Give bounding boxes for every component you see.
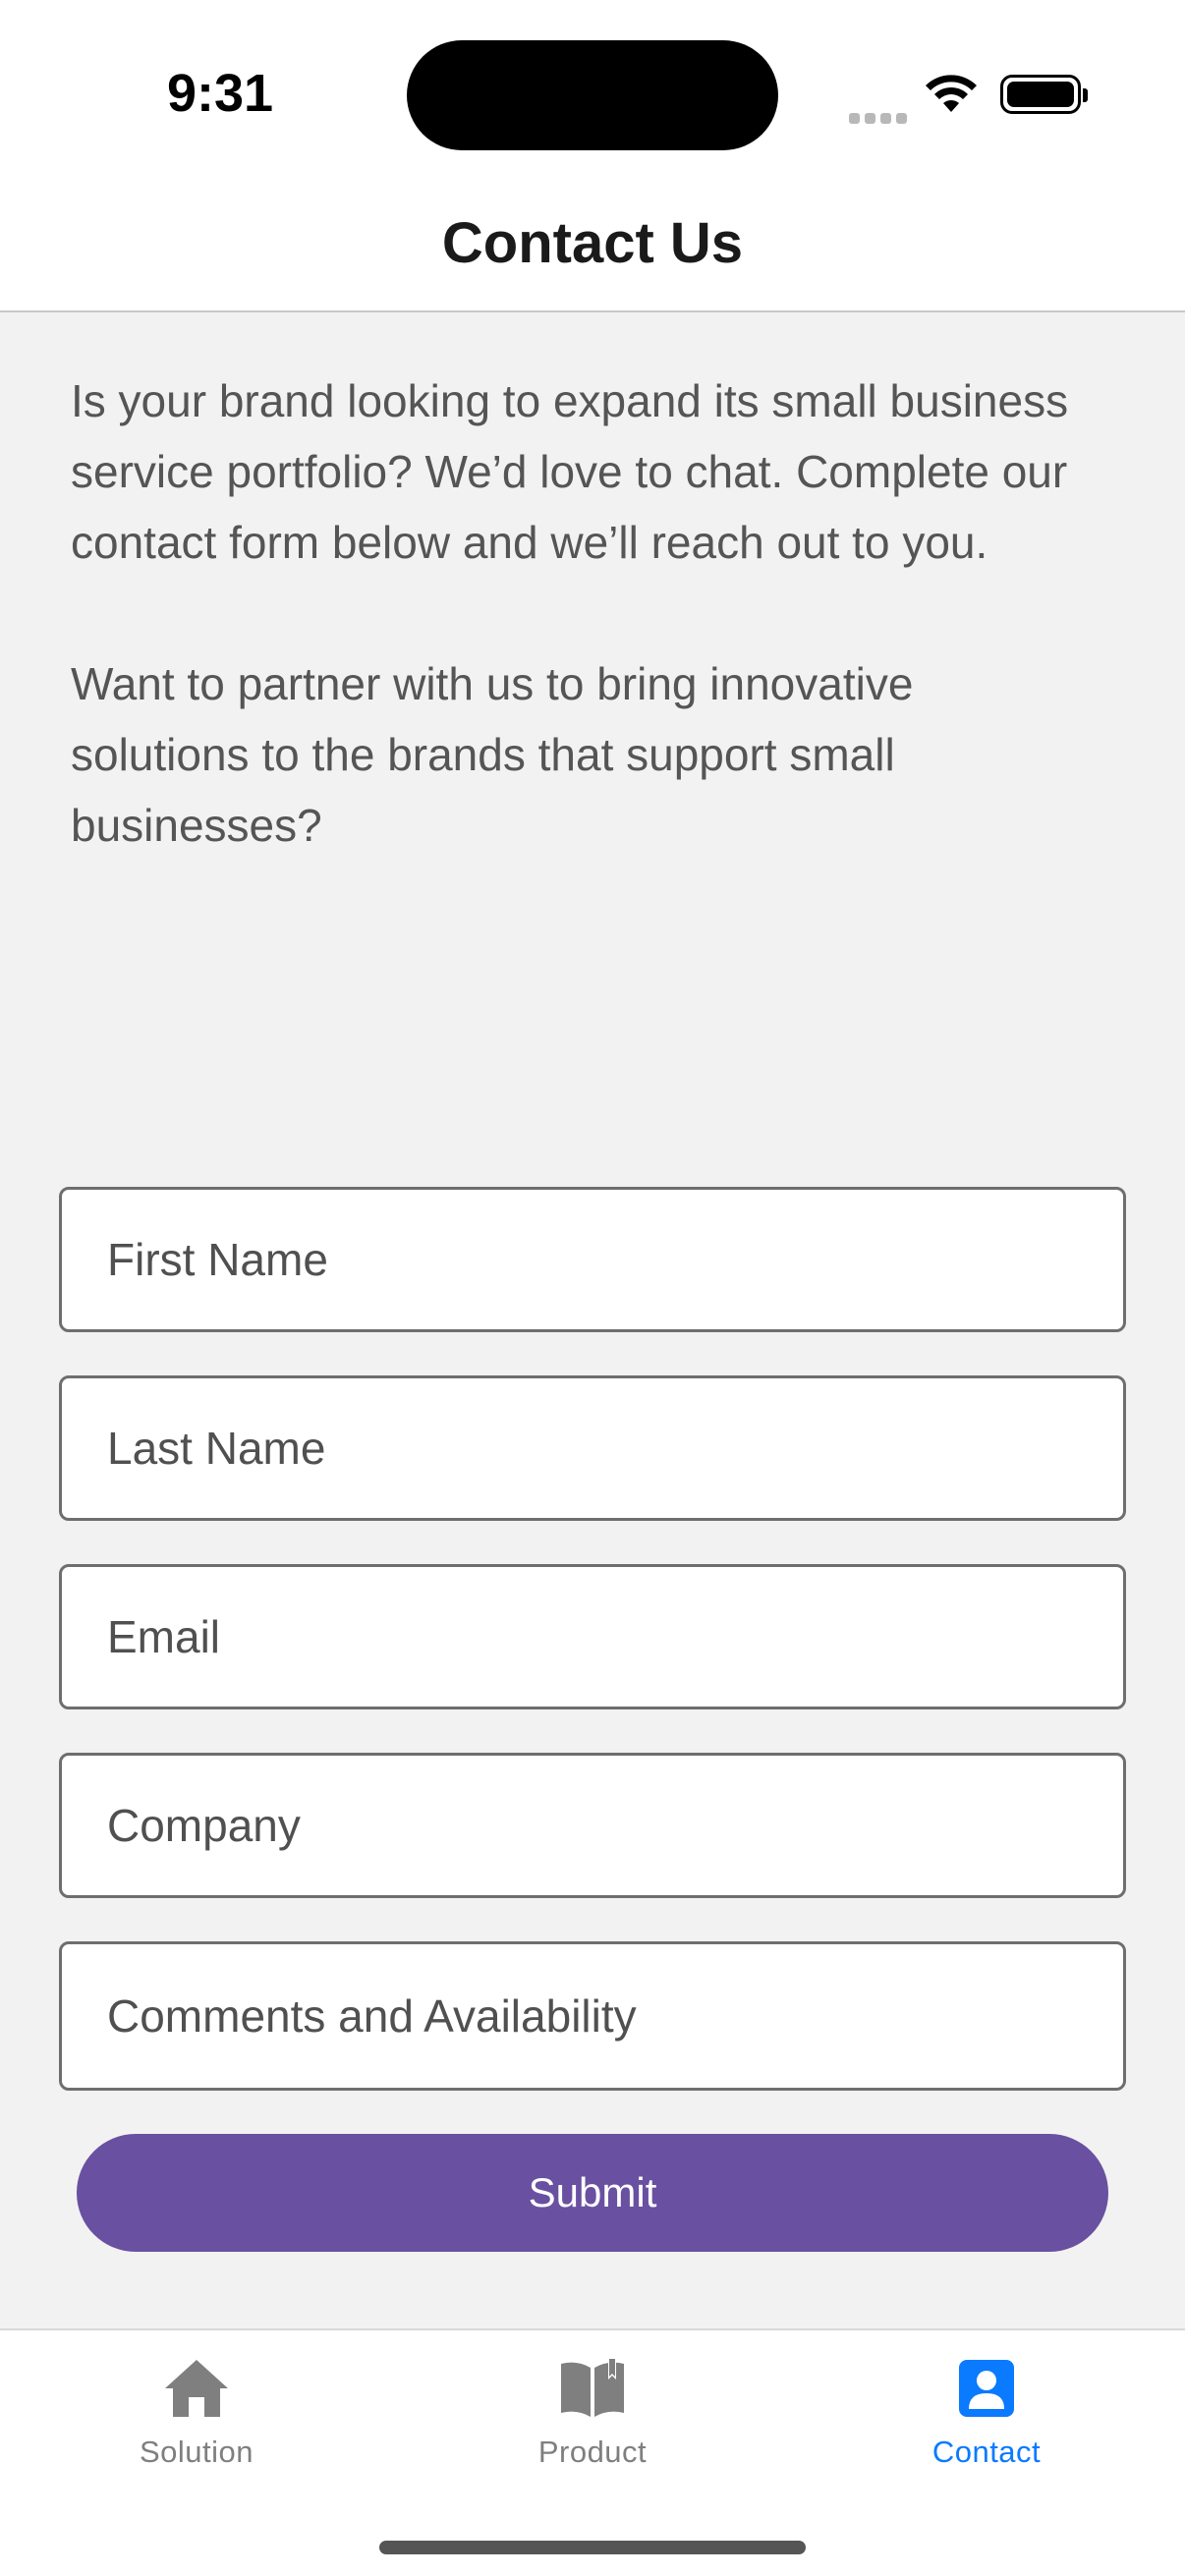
- comments-field-container: [59, 1941, 1126, 2091]
- first-name-field[interactable]: [107, 1190, 1123, 1329]
- wifi-icon: [926, 75, 977, 112]
- tab-solution-label: Solution: [139, 2435, 254, 2469]
- intro-paragraph-1: Is your brand looking to expand its smal…: [71, 375, 1069, 568]
- home-indicator[interactable]: [379, 2541, 806, 2554]
- battery-icon: [1000, 75, 1088, 114]
- intro-text: Is your brand looking to expand its smal…: [71, 365, 1073, 861]
- email-field[interactable]: [107, 1567, 1123, 1707]
- last-name-field-container: [59, 1375, 1126, 1521]
- tab-solution[interactable]: Solution: [49, 2356, 344, 2493]
- tab-contact-label: Contact: [931, 2435, 1042, 2469]
- email-field-container: [59, 1564, 1126, 1709]
- tab-contact[interactable]: Contact: [839, 2356, 1134, 2493]
- house-icon: [165, 2360, 228, 2417]
- person-card-icon: [959, 2360, 1014, 2417]
- comments-field[interactable]: [107, 1944, 1123, 2088]
- last-name-field[interactable]: [107, 1378, 1123, 1518]
- top-bar: 9:31 Contact Us: [0, 0, 1185, 312]
- status-time: 9:31: [167, 64, 274, 123]
- dynamic-island: [407, 40, 778, 150]
- tab-product[interactable]: Product: [445, 2356, 740, 2493]
- page-title: Contact Us: [441, 211, 744, 275]
- tab-product-label: Product: [537, 2435, 648, 2469]
- tab-bar: Solution Product Contact: [0, 2328, 1185, 2576]
- intro-paragraph-2: Want to partner with us to bring innovat…: [71, 658, 914, 851]
- submit-button[interactable]: Submit: [77, 2134, 1108, 2252]
- open-book-icon: [561, 2358, 624, 2417]
- first-name-field-container: [59, 1187, 1126, 1332]
- company-field[interactable]: [107, 1756, 1123, 1895]
- cellular-signal-icon: [849, 94, 908, 124]
- company-field-container: [59, 1753, 1126, 1898]
